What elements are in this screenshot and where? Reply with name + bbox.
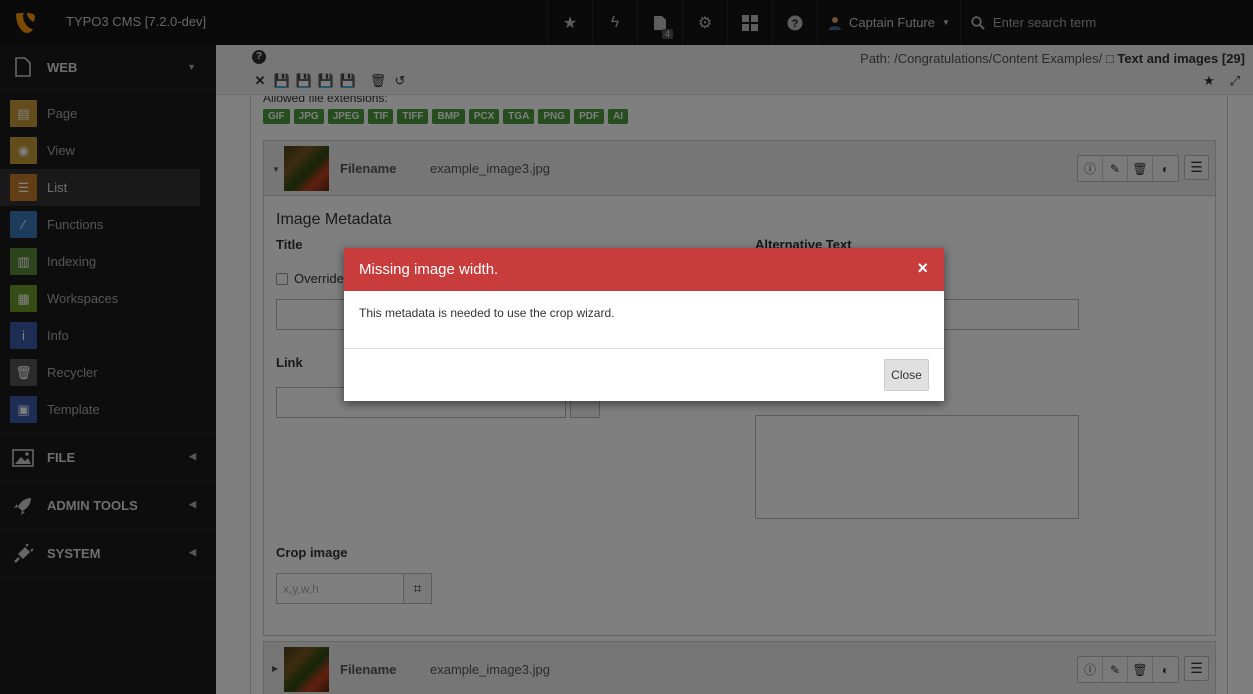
modal-header: Missing image width. × — [344, 248, 944, 291]
modal-body: This metadata is needed to use the crop … — [344, 291, 944, 349]
modal-message: This metadata is needed to use the crop … — [359, 306, 615, 320]
modal-title: Missing image width. — [359, 261, 499, 278]
error-modal: Missing image width. × This metadata is … — [344, 248, 944, 401]
modal-footer: Close — [344, 349, 944, 401]
close-icon[interactable]: × — [917, 258, 928, 279]
close-button[interactable]: Close — [884, 359, 929, 391]
